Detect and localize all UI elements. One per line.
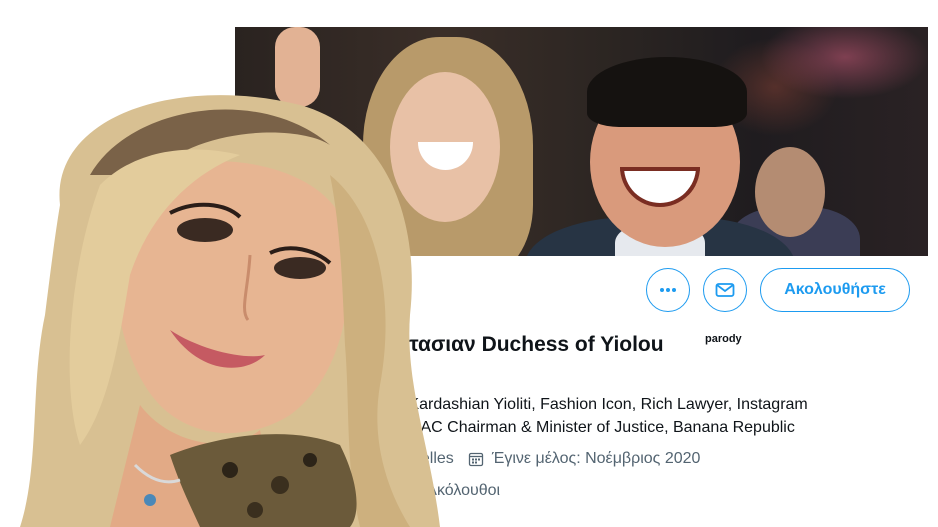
mail-icon [715,283,735,297]
banner-man-hair [587,57,747,127]
parody-label: parody [705,333,742,345]
calendar-icon [468,452,483,467]
selfie-photo-overlay [0,85,470,527]
selfie-woman-image [20,95,440,527]
more-horizontal-icon [660,288,676,292]
follow-button[interactable]: Ακολουθήστε [760,268,910,312]
message-button[interactable] [703,268,747,312]
profile-joined-date: Έγινε μέλος: Νοέμβριος 2020 [491,450,701,467]
more-options-button[interactable] [646,268,690,312]
background-person-face [755,147,825,237]
